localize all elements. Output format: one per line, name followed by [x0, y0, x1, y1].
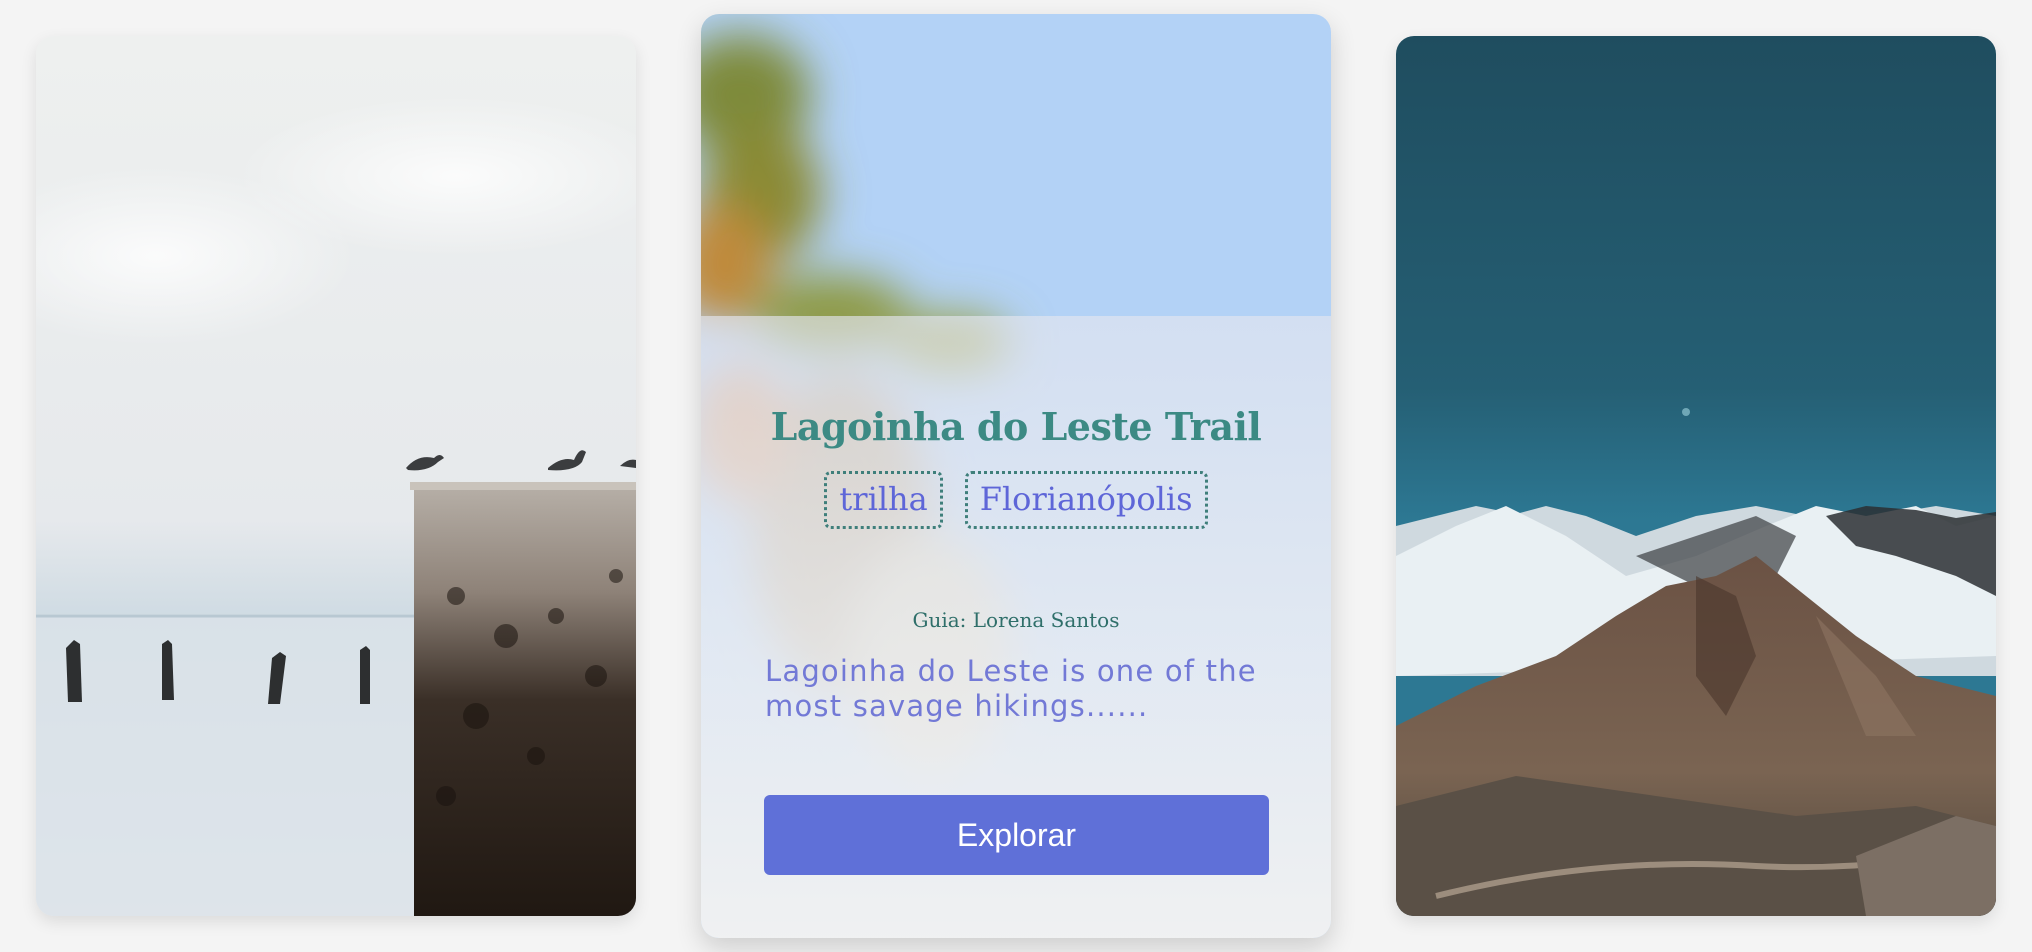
seagulls-pier-image	[36, 36, 636, 916]
trail-title: Lagoinha do Leste Trail	[770, 404, 1262, 449]
explore-button[interactable]: Explorar	[764, 795, 1269, 875]
mountains-image	[1396, 36, 1996, 916]
tag-list: trilha Florianópolis	[701, 471, 1331, 529]
tag-location[interactable]: Florianópolis	[964, 471, 1208, 529]
trail-description: Lagoinha do Leste is one of the most sav…	[765, 654, 1257, 723]
trail-card[interactable]: Lagoinha do Leste Trail trilha Florianóp…	[701, 14, 1331, 938]
card-right[interactable]	[1396, 36, 1996, 916]
guide-name: Guia: Lorena Santos	[912, 608, 1120, 632]
card-left[interactable]	[36, 36, 636, 916]
tag-trilha[interactable]: trilha	[824, 471, 943, 529]
